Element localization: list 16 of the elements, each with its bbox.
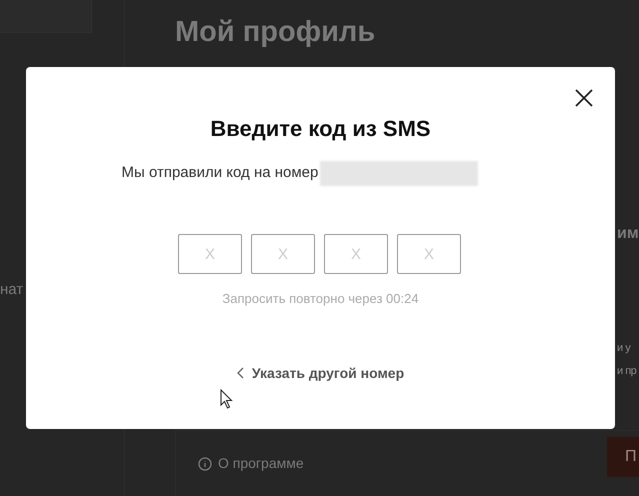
resend-note: Запросить повторно через 00:24 [222, 290, 419, 308]
sidebar-text: нат [0, 280, 24, 300]
chevron-left-icon [236, 367, 244, 379]
close-icon [575, 89, 593, 107]
body-text: и у [617, 341, 632, 356]
back-link[interactable]: Указать другой номер [236, 362, 404, 384]
dialog-message: Мы отправили код на номер [122, 163, 318, 184]
dialog-title: Введите код из SMS [210, 115, 431, 143]
action-button[interactable]: П [607, 437, 639, 477]
about-link[interactable]: О программе [198, 453, 304, 474]
body-text: и пр [617, 364, 638, 379]
section-heading: им [617, 224, 639, 244]
page-heading: Мой профиль [175, 15, 376, 50]
cursor-icon [220, 389, 233, 409]
close-button[interactable] [574, 88, 594, 108]
info-icon [198, 456, 212, 470]
